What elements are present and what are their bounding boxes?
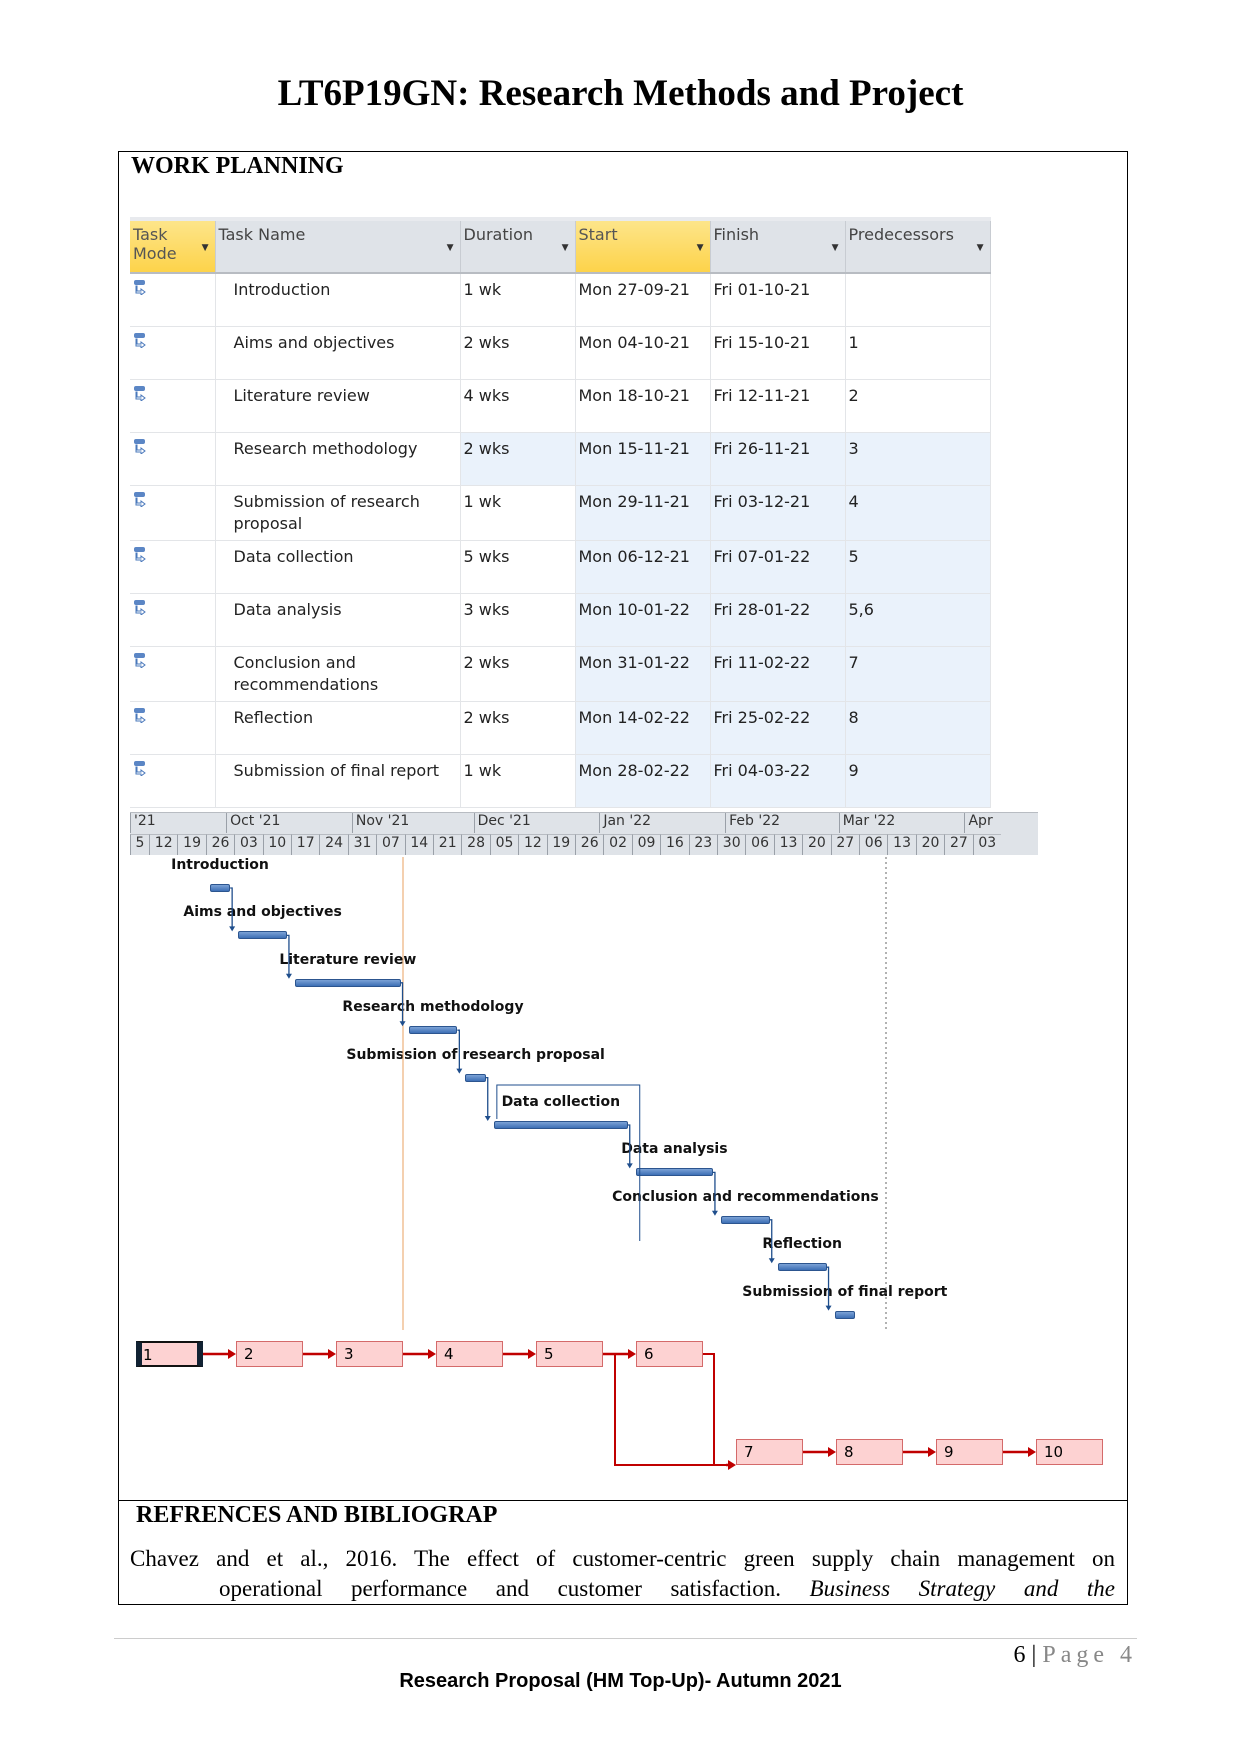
references-heading: REFRENCES AND BIBLIOGRAP — [136, 1502, 498, 1528]
page-number: 6 | Page 4 — [1013, 1642, 1137, 1668]
network-node[interactable]: 5 — [536, 1341, 603, 1367]
reference-line-2: operational performance and customer sat… — [219, 1576, 1115, 1602]
arrow-right-icon — [628, 1349, 636, 1359]
network-node[interactable]: 8 — [836, 1439, 903, 1465]
arrow-right-icon — [428, 1349, 436, 1359]
reference-text: operational performance and customer sat… — [219, 1576, 781, 1601]
dependency-connector — [712, 1171, 716, 1214]
network-node[interactable]: 1 — [136, 1341, 203, 1367]
footer-text: Research Proposal (HM Top-Up)- Autumn 20… — [399, 1670, 842, 1692]
dependency-connector — [400, 982, 404, 1025]
arrow-right-icon — [828, 1447, 836, 1457]
reference-line-1: Chavez and et al., 2016. The effect of c… — [130, 1546, 1115, 1571]
dependency-connector — [769, 1219, 773, 1262]
arrow-down-icon — [399, 1021, 406, 1027]
arrow-right-icon — [528, 1349, 536, 1359]
network-node[interactable]: 3 — [336, 1341, 403, 1367]
page-label: Page 4 — [1042, 1642, 1137, 1668]
arrow-right-icon — [328, 1349, 336, 1359]
dependency-connector — [826, 1266, 830, 1309]
network-link — [603, 1353, 728, 1466]
network-node[interactable]: 4 — [436, 1341, 503, 1367]
arrow-right-icon — [728, 1460, 736, 1470]
network-node[interactable]: 7 — [736, 1439, 803, 1465]
arrow-down-icon — [456, 1068, 463, 1074]
arrow-right-icon — [228, 1349, 236, 1359]
dependency-connector — [496, 1084, 641, 1241]
network-link — [703, 1353, 728, 1466]
network-node[interactable]: 2 — [236, 1341, 303, 1367]
page-number-value: 6 — [1013, 1642, 1026, 1668]
arrow-down-icon — [285, 973, 292, 979]
dependency-connector — [230, 887, 233, 930]
arrow-down-icon — [825, 1305, 832, 1311]
arrow-right-icon — [1028, 1447, 1036, 1457]
arrow-down-icon — [626, 1163, 633, 1169]
document-page: LT6P19GN: Research Methods and Project W… — [0, 0, 1241, 1754]
network-node[interactable]: 6 — [636, 1341, 703, 1367]
dependency-connector — [627, 1124, 631, 1167]
network-node[interactable]: 10 — [1036, 1439, 1103, 1465]
arrow-right-icon — [928, 1447, 936, 1457]
divider — [118, 1500, 1128, 1501]
footer-divider — [114, 1638, 1137, 1639]
network-node[interactable]: 9 — [936, 1439, 1003, 1465]
arrow-down-icon — [229, 926, 236, 932]
dependency-connector — [485, 1076, 489, 1119]
dependency-connector — [457, 1029, 460, 1072]
gantt-connectors — [203, 857, 1036, 1470]
arrow-down-icon — [711, 1210, 718, 1216]
arrow-down-icon — [768, 1258, 775, 1264]
arrow-down-icon — [484, 1116, 491, 1121]
dependency-connector — [286, 934, 290, 977]
reference-journal: Business Strategy and the — [809, 1576, 1116, 1601]
